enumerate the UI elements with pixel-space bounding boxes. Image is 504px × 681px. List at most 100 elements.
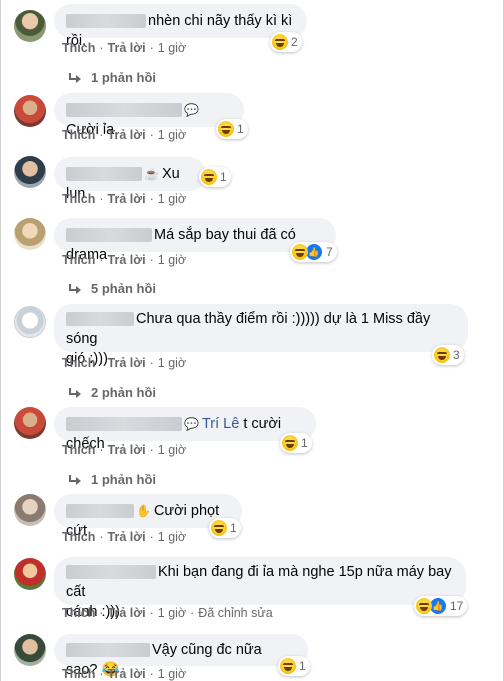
- blurred-author-name[interactable]: [66, 417, 182, 432]
- reply-link[interactable]: Trả lời: [108, 667, 146, 681]
- reply-link[interactable]: Trả lời: [108, 356, 146, 370]
- view-replies[interactable]: 1 phản hồi: [67, 472, 156, 487]
- comment-actions: Thích · Trả lời · 1 giờ: [62, 667, 187, 681]
- reply-count: 2 phản hồi: [91, 385, 156, 400]
- blurred-author-name[interactable]: [66, 565, 156, 580]
- edited-label[interactable]: Đã chỉnh sửa: [198, 606, 272, 620]
- reaction-count: 1: [301, 436, 308, 450]
- reply-link[interactable]: Trả lời: [108, 41, 146, 55]
- avatar[interactable]: [14, 95, 46, 127]
- reply-link[interactable]: Trả lời: [108, 443, 146, 457]
- avatar[interactable]: [14, 156, 46, 188]
- blurred-author-name[interactable]: [66, 103, 182, 118]
- reply-link[interactable]: Trả lời: [108, 253, 146, 267]
- view-replies[interactable]: 1 phản hồi: [67, 70, 156, 85]
- comment-bubble: Khi bạn đang đi ỉa mà nghe 15p nữa máy b…: [54, 557, 466, 621]
- reply-arrow-icon: [67, 72, 81, 83]
- like-link[interactable]: Thích: [62, 128, 95, 142]
- reply-link[interactable]: Trả lời: [108, 128, 146, 142]
- avatar[interactable]: [14, 306, 46, 338]
- reply-link[interactable]: Trả lời: [108, 192, 146, 206]
- comment-bubble: Vậy cũng đc nữa sao? 😂: [54, 634, 308, 678]
- reaction-summary[interactable]: 1: [209, 518, 241, 538]
- blurred-author-name[interactable]: [66, 643, 150, 658]
- reply-count: 1 phản hồi: [91, 70, 156, 85]
- reply-link[interactable]: Trả lời: [108, 606, 146, 620]
- blurred-author-name[interactable]: [66, 312, 134, 327]
- comment-actions: Thích · Trả lời · 1 giờ · Đã chỉnh sửa: [62, 606, 273, 620]
- comment-actions: Thích · Trả lời · 1 giờ: [62, 41, 187, 55]
- like-link[interactable]: Thích: [62, 356, 95, 370]
- timestamp[interactable]: 1 giờ: [158, 253, 186, 267]
- haha-icon: [218, 121, 234, 137]
- timestamp[interactable]: 1 giờ: [158, 128, 186, 142]
- reaction-count: 7: [326, 245, 333, 259]
- avatar[interactable]: [14, 558, 46, 590]
- messenger-icon: 💬: [184, 103, 199, 118]
- mentioned-user[interactable]: Trí Lê: [202, 416, 239, 432]
- avatar[interactable]: [14, 218, 46, 250]
- blurred-author-name[interactable]: [66, 504, 134, 519]
- timestamp[interactable]: 1 giờ: [158, 192, 186, 206]
- timestamp[interactable]: 1 giờ: [158, 356, 186, 370]
- avatar[interactable]: [14, 494, 46, 526]
- like-link[interactable]: Thích: [62, 192, 95, 206]
- avatar[interactable]: [14, 10, 46, 42]
- haha-icon: [434, 347, 450, 363]
- like-link[interactable]: Thích: [62, 530, 95, 544]
- timestamp[interactable]: 1 giờ: [158, 667, 186, 681]
- reaction-count: 1: [230, 521, 237, 535]
- reaction-count: 17: [450, 599, 464, 613]
- comment-actions: Thích · Trả lời · 1 giờ: [62, 530, 187, 544]
- comment-bubble: nhèn chi nãy thấy kì kì rồi.: [54, 4, 307, 49]
- blurred-author-name[interactable]: [66, 167, 142, 182]
- comment-bubble: 💬 Trí Lê t cười chếch: [54, 407, 316, 452]
- coffee-icon: ☕: [144, 167, 159, 182]
- timestamp[interactable]: 1 giờ: [158, 530, 186, 544]
- reaction-summary[interactable]: 👍 7: [290, 242, 337, 262]
- like-link[interactable]: Thích: [62, 41, 95, 55]
- avatar[interactable]: [14, 634, 46, 666]
- avatar[interactable]: [14, 407, 46, 439]
- view-replies[interactable]: 5 phản hồi: [67, 281, 156, 296]
- reaction-summary[interactable]: 1: [199, 167, 231, 187]
- reaction-count: 1: [220, 170, 227, 184]
- reply-arrow-icon: [67, 283, 81, 294]
- haha-icon: [282, 435, 298, 451]
- reaction-summary[interactable]: 1: [216, 119, 248, 139]
- like-link[interactable]: Thích: [62, 667, 95, 681]
- timestamp[interactable]: 1 giờ: [158, 443, 186, 457]
- haha-icon: [280, 658, 296, 674]
- like-link[interactable]: Thích: [62, 606, 95, 620]
- reaction-count: 1: [237, 122, 244, 136]
- comment-bubble: Chưa qua thầy điểm rồi :))))) dự là 1 Mi…: [54, 304, 468, 368]
- comment-actions: Thích · Trả lời · 1 giờ: [62, 253, 187, 267]
- reaction-summary[interactable]: 3: [432, 345, 464, 365]
- reaction-summary[interactable]: 2: [270, 32, 302, 52]
- like-link[interactable]: Thích: [62, 253, 95, 267]
- reaction-summary[interactable]: 1: [278, 656, 310, 676]
- comment-actions: Thích · Trả lời · 1 giờ: [62, 356, 187, 370]
- blurred-author-name[interactable]: [66, 14, 146, 29]
- reaction-summary[interactable]: 👍 17: [414, 596, 468, 616]
- reply-arrow-icon: [67, 474, 81, 485]
- haha-icon: [416, 598, 432, 614]
- haha-icon: [272, 34, 288, 50]
- comment-bubble: ☕ Xu lun: [54, 157, 206, 202]
- timestamp[interactable]: 1 giờ: [158, 41, 186, 55]
- reply-count: 1 phản hồi: [91, 472, 156, 487]
- comment-bubble: 💬Cười ỉa: [54, 93, 244, 138]
- view-replies[interactable]: 2 phản hồi: [67, 385, 156, 400]
- reaction-count: 2: [291, 35, 298, 49]
- comment-actions: Thích · Trả lời · 1 giờ: [62, 443, 187, 457]
- like-link[interactable]: Thích: [62, 443, 95, 457]
- haha-icon: [201, 169, 217, 185]
- comment-actions: Thích · Trả lời · 1 giờ: [62, 128, 187, 142]
- haha-icon: [292, 244, 308, 260]
- reply-count: 5 phản hồi: [91, 281, 156, 296]
- blurred-author-name[interactable]: [66, 228, 152, 243]
- timestamp[interactable]: 1 giờ: [158, 606, 186, 620]
- reaction-count: 3: [453, 348, 460, 362]
- reply-link[interactable]: Trả lời: [108, 530, 146, 544]
- reaction-summary[interactable]: 1: [280, 433, 312, 453]
